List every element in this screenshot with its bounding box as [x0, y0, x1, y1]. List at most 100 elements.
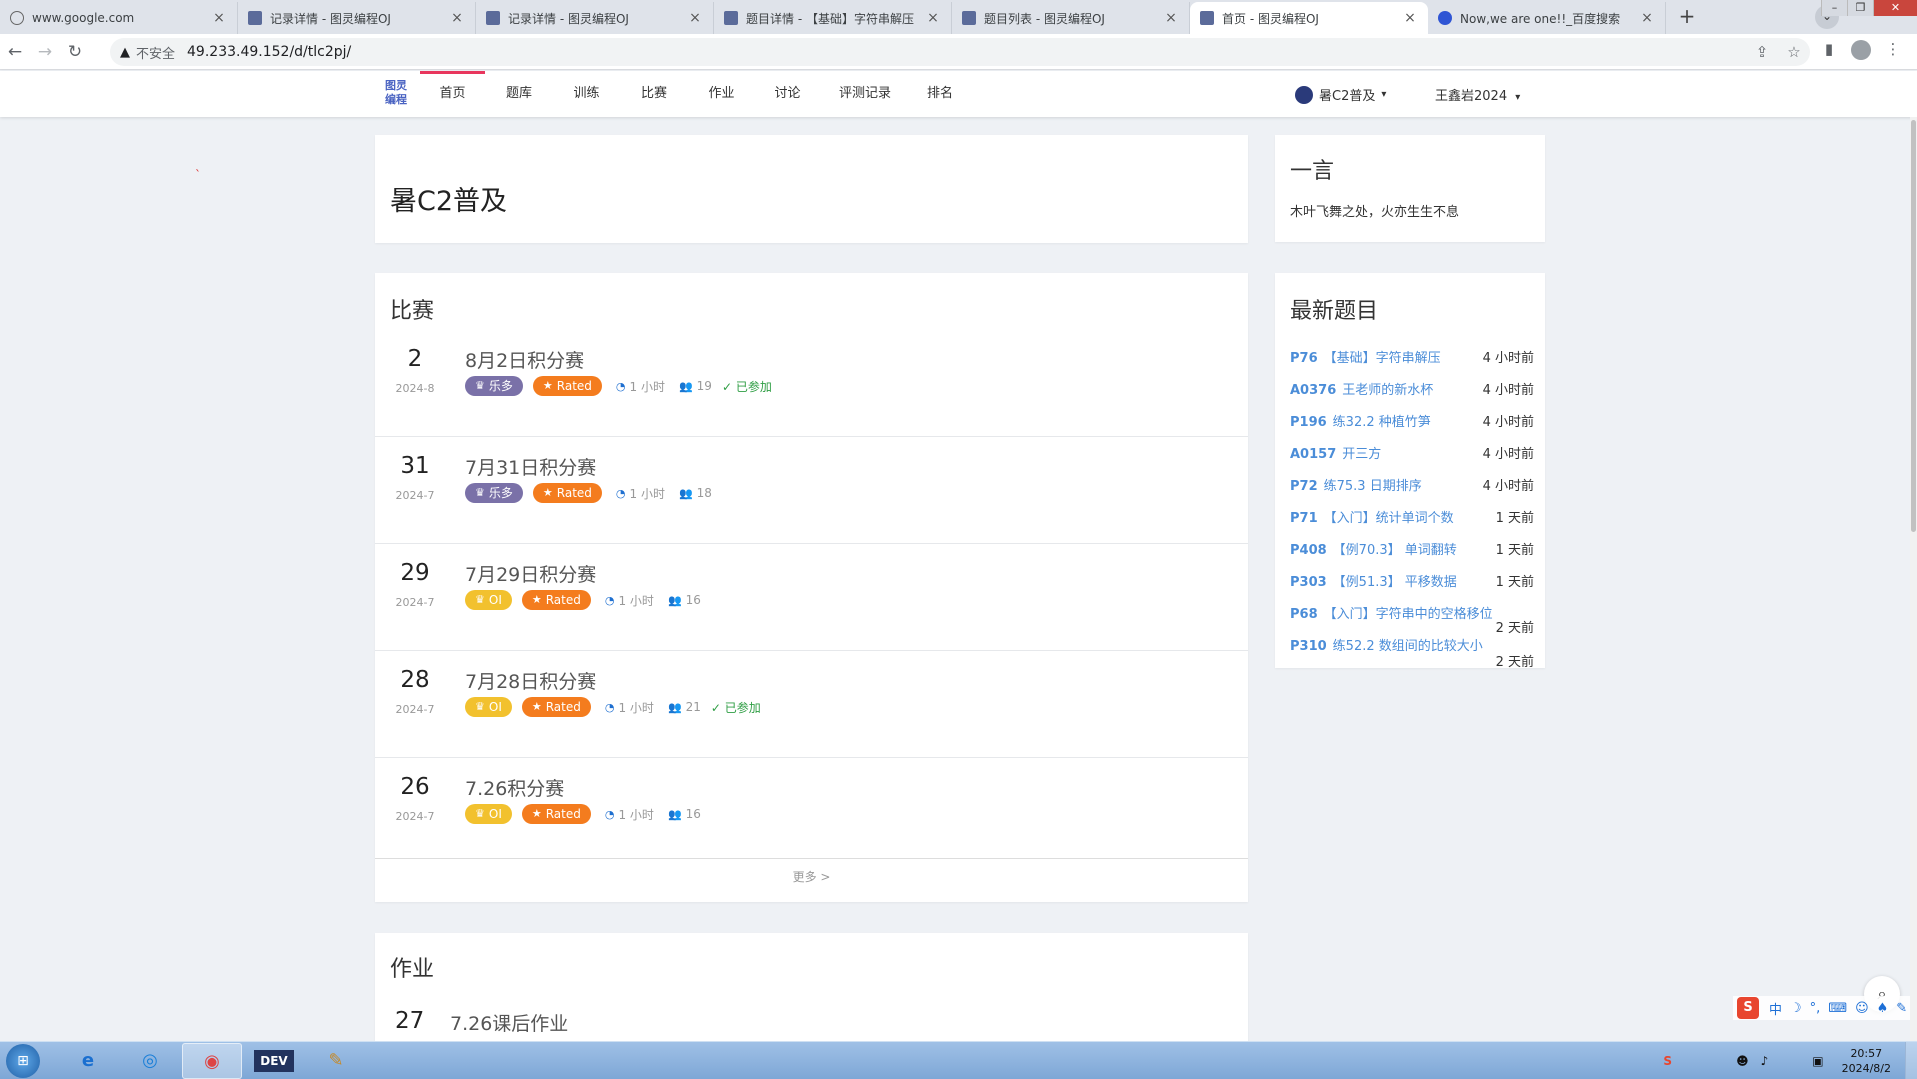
ime-mode[interactable]: 中: [1769, 999, 1782, 1018]
clock[interactable]: 20:57 2024/8/2: [1842, 1046, 1891, 1076]
keyboard-icon[interactable]: ⌨: [1828, 1001, 1847, 1016]
browser-tab[interactable]: Now,we are one!!_百度搜索 ×: [1428, 2, 1666, 34]
close-tab-icon[interactable]: ×: [449, 10, 465, 26]
browser-tab[interactable]: 记录详情 - 图灵编程OJ ×: [476, 2, 714, 34]
problem-item[interactable]: P303 【例51.3】 平移数据 1 天前: [1290, 571, 1534, 597]
nav-item[interactable]: 评测记录: [820, 71, 910, 117]
problem-name[interactable]: 【例70.3】 单词翻转: [1333, 543, 1457, 558]
browser-tab[interactable]: 题目详情 - 【基础】字符串解压 ×: [714, 2, 952, 34]
problem-id[interactable]: P196: [1290, 415, 1327, 430]
close-tab-icon[interactable]: ×: [925, 10, 941, 26]
nav-item[interactable]: 训练: [553, 71, 620, 117]
chrome-icon[interactable]: ◉: [182, 1043, 242, 1079]
browser-tab[interactable]: 首页 - 图灵编程OJ ×: [1190, 2, 1428, 34]
network-icon[interactable]: ▣: [1812, 1054, 1823, 1068]
nav-item[interactable]: 排名: [910, 71, 970, 117]
contest-title[interactable]: 7月29日积分赛: [465, 560, 596, 587]
back-icon[interactable]: ←: [0, 42, 30, 62]
contest-title[interactable]: 8月2日积分赛: [465, 346, 584, 373]
side-panel-icon[interactable]: ▮: [1813, 40, 1845, 64]
qq-browser-icon[interactable]: ◎: [120, 1043, 180, 1079]
problem-item[interactable]: P310 练52.2 数组间的比较大小 2 天前: [1290, 635, 1534, 670]
dev-cpp-icon[interactable]: DEV: [244, 1043, 304, 1079]
problem-id[interactable]: P408: [1290, 543, 1327, 558]
problem-time: 1 天前: [1495, 575, 1534, 590]
nav-item[interactable]: 作业: [688, 71, 755, 117]
minimize-button[interactable]: –: [1821, 0, 1847, 16]
problem-name[interactable]: 【基础】字符串解压: [1324, 351, 1441, 366]
contest-title[interactable]: 7月31日积分赛: [465, 453, 596, 480]
menu-kebab-icon[interactable]: ⋮: [1877, 40, 1909, 64]
close-tab-icon[interactable]: ×: [687, 10, 703, 26]
wrench-icon[interactable]: ✎: [1896, 1001, 1907, 1016]
problem-item[interactable]: P68 【入门】字符串中的空格移位 2 天前: [1290, 603, 1534, 636]
url-text[interactable]: 49.233.49.152/d/tlc2pj/: [187, 44, 351, 60]
domain-selector[interactable]: 暑C2普及 ▾: [1295, 85, 1386, 104]
moon-icon[interactable]: ☽: [1790, 1001, 1802, 1016]
problem-name[interactable]: 练75.3 日期排序: [1324, 479, 1422, 494]
close-tab-icon[interactable]: ×: [211, 10, 227, 26]
problem-id[interactable]: P71: [1290, 511, 1318, 526]
problem-name[interactable]: 练32.2 种植竹笋: [1333, 415, 1431, 430]
problem-item[interactable]: A0157 开三方 4 小时前: [1290, 443, 1534, 469]
problem-item[interactable]: P76 【基础】字符串解压 4 小时前: [1290, 347, 1534, 373]
share-icon[interactable]: ⇪: [1746, 43, 1778, 61]
shirt-icon[interactable]: ♠: [1877, 1001, 1889, 1016]
problem-name[interactable]: 练52.2 数组间的比较大小: [1333, 639, 1483, 654]
warning-icon[interactable]: ▲: [120, 45, 130, 60]
close-tab-icon[interactable]: ×: [1402, 10, 1418, 26]
user-icon[interactable]: ☺: [1855, 1001, 1869, 1016]
forward-icon[interactable]: →: [30, 42, 60, 62]
ime-toolbar[interactable]: S 中 ☽ °, ⌨ ☺ ♠ ✎: [1733, 996, 1916, 1020]
new-tab-button[interactable]: +: [1672, 2, 1702, 32]
punctuation-icon[interactable]: °,: [1810, 1001, 1821, 1016]
homework-item-title[interactable]: 7.26课后作业: [450, 1009, 568, 1036]
contest-title[interactable]: 7月28日积分赛: [465, 667, 596, 694]
problem-item[interactable]: P196 练32.2 种植竹笋 4 小时前: [1290, 411, 1534, 437]
problem-name[interactable]: 【入门】统计单词个数: [1324, 511, 1454, 526]
profile-icon[interactable]: [1845, 40, 1877, 64]
browser-tab[interactable]: 记录详情 - 图灵编程OJ ×: [238, 2, 476, 34]
problem-time: 1 天前: [1495, 511, 1534, 526]
problem-item[interactable]: P72 练75.3 日期排序 4 小时前: [1290, 475, 1534, 501]
user-menu[interactable]: 王鑫岩2024 ▾: [1435, 85, 1520, 104]
bookmark-star-icon[interactable]: ☆: [1778, 43, 1810, 61]
browser-tab[interactable]: 题目列表 - 图灵编程OJ ×: [952, 2, 1190, 34]
problem-id[interactable]: P68: [1290, 607, 1318, 622]
volume-icon[interactable]: ♪: [1761, 1054, 1769, 1068]
problem-name[interactable]: 王老师的新水杯: [1342, 383, 1433, 398]
close-tab-icon[interactable]: ×: [1639, 10, 1655, 26]
tray-app-icon[interactable]: ☻: [1736, 1054, 1749, 1068]
nav-item[interactable]: 讨论: [755, 71, 820, 117]
browser-tab[interactable]: www.google.com ×: [0, 2, 238, 34]
paint-icon[interactable]: ✎: [306, 1043, 366, 1079]
nav-item[interactable]: 题库: [485, 71, 553, 117]
address-bar[interactable]: ▲ 不安全 49.233.49.152/d/tlc2pj/ ⇪ ☆: [110, 38, 1810, 66]
problem-name[interactable]: 开三方: [1342, 447, 1381, 462]
problem-id[interactable]: P310: [1290, 639, 1327, 654]
insecure-label[interactable]: 不安全: [136, 43, 175, 62]
site-logo[interactable]: 图灵编程: [382, 79, 410, 109]
problem-id[interactable]: P76: [1290, 351, 1318, 366]
problem-id[interactable]: P303: [1290, 575, 1327, 590]
problem-id[interactable]: A0376: [1290, 383, 1336, 398]
close-window-button[interactable]: ✕: [1873, 0, 1917, 16]
contest-title[interactable]: 7.26积分赛: [465, 774, 564, 801]
scrollbar-thumb[interactable]: [1911, 120, 1916, 532]
problem-item[interactable]: P408 【例70.3】 单词翻转 1 天前: [1290, 539, 1534, 565]
problem-item[interactable]: P71 【入门】统计单词个数 1 天前: [1290, 507, 1534, 533]
nav-item[interactable]: 首页: [420, 71, 485, 117]
problem-name[interactable]: 【例51.3】 平移数据: [1333, 575, 1457, 590]
maximize-button[interactable]: ❐: [1847, 0, 1873, 16]
reload-icon[interactable]: ↻: [60, 42, 90, 62]
problem-id[interactable]: A0157: [1290, 447, 1336, 462]
start-button[interactable]: ⊞: [6, 1044, 40, 1078]
show-desktop-button[interactable]: [1905, 1042, 1917, 1079]
sogou-tray-icon[interactable]: S: [1663, 1054, 1672, 1068]
close-tab-icon[interactable]: ×: [1163, 10, 1179, 26]
ie-icon[interactable]: e: [58, 1043, 118, 1079]
nav-item[interactable]: 比赛: [620, 71, 688, 117]
problem-id[interactable]: P72: [1290, 479, 1318, 494]
problem-name[interactable]: 【入门】字符串中的空格移位: [1324, 607, 1493, 622]
problem-item[interactable]: A0376 王老师的新水杯 4 小时前: [1290, 379, 1534, 405]
